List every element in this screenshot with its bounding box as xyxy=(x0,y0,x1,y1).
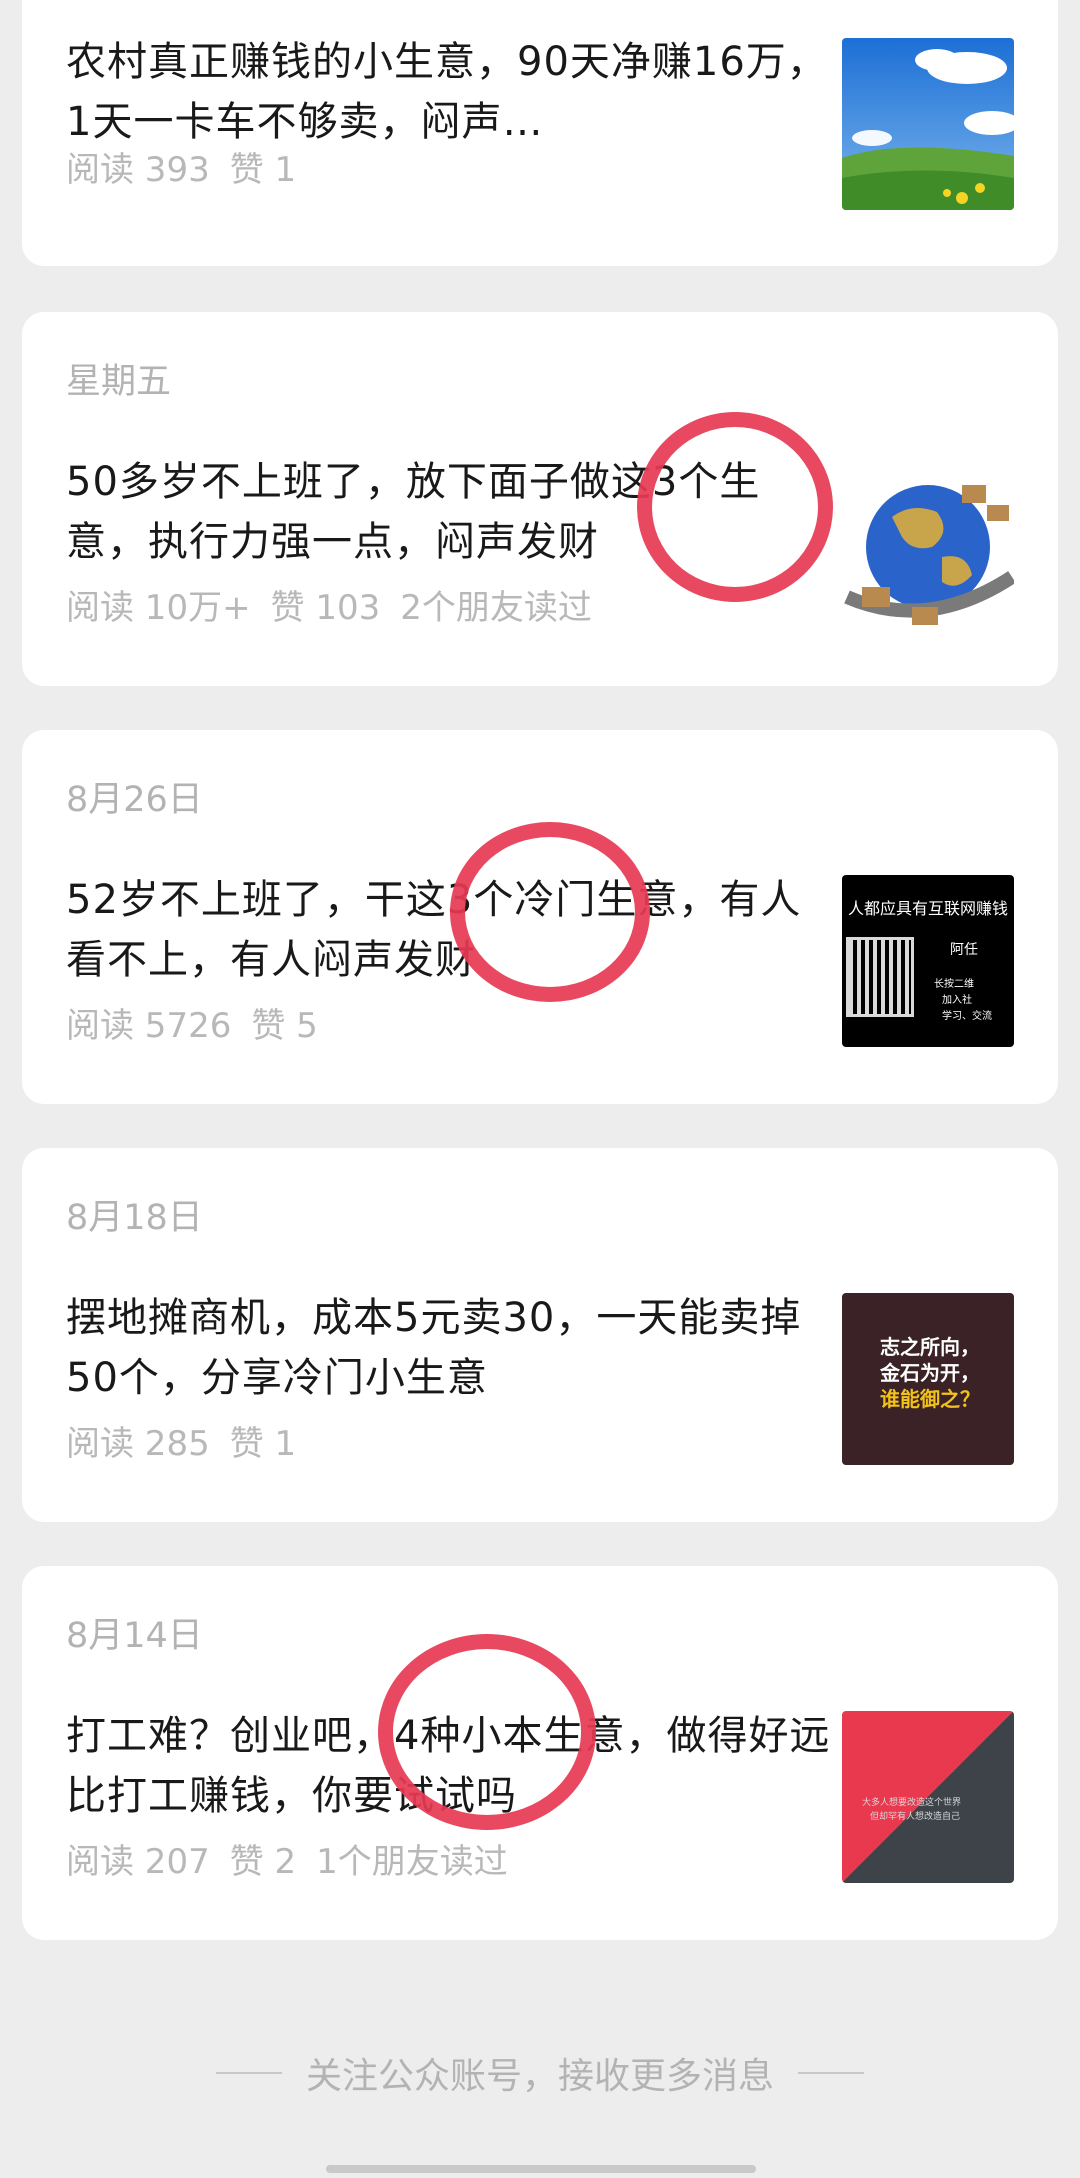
article-card-2[interactable]: 星期五 50多岁不上班了，放下面子做这3个生意，执行力强一点，闷声发财 阅读 1… xyxy=(22,312,1058,686)
like-count: 赞 1 xyxy=(229,150,297,190)
article-meta: 阅读 10万+ 赞 103 2个朋友读过 xyxy=(66,588,592,628)
friends-read: 2个朋友读过 xyxy=(400,588,592,628)
article-date: 8月26日 xyxy=(66,780,203,820)
thumb-name: 阿任 xyxy=(950,942,978,958)
article-title: 打工难？创业吧，4种小本生意，做得好远比打工赚钱，你要试试吗 xyxy=(66,1713,831,1819)
article-title: 50多岁不上班了，放下面子做这3个生意，执行力强一点，闷声发财 xyxy=(66,459,761,565)
divider-right xyxy=(798,2072,864,2074)
article-date: 8月18日 xyxy=(66,1198,203,1238)
article-thumbnail-qr: 人都应具有互联网赚钱 阿任 长按二维 加入社 学习、交流 xyxy=(842,875,1014,1047)
article-title: 农村真正赚钱的小生意，90天净赚16万，1天一卡车不够卖，闷声… xyxy=(66,39,828,145)
like-count: 赞 103 xyxy=(270,588,381,628)
article-card-5[interactable]: 8月14日 打工难？创业吧，4种小本生意，做得好远比打工赚钱，你要试试吗 阅读 … xyxy=(22,1566,1058,1940)
thumb-small-1: 长按二维 xyxy=(934,979,974,990)
article-meta: 阅读 393 赞 1 xyxy=(66,150,296,190)
thumb-small-3: 学习、交流 xyxy=(942,1011,992,1022)
article-date: 8月14日 xyxy=(66,1616,203,1656)
like-count: 赞 1 xyxy=(229,1424,297,1464)
article-thumbnail-landscape xyxy=(842,38,1014,210)
article-thumbnail-diagonal: 大多人想要改造这个世界 但却罕有人想改造自己 xyxy=(842,1711,1014,1883)
article-date: 星期五 xyxy=(66,362,172,402)
thumb-heading: 人都应具有互联网赚钱 xyxy=(847,899,1008,918)
quote-line-1: 志之所向， xyxy=(880,1335,980,1359)
follow-hint-text: 关注公众账号，接收更多消息 xyxy=(305,2056,774,2097)
read-count: 阅读 207 xyxy=(66,1842,210,1882)
read-count: 阅读 5726 xyxy=(66,1006,232,1046)
article-meta: 阅读 5726 赞 5 xyxy=(66,1006,318,1046)
article-thumbnail-globe xyxy=(842,457,1014,629)
article-meta: 阅读 285 赞 1 xyxy=(66,1424,296,1464)
article-thumbnail-quote: 志之所向， 金石为开， 谁能御之？ xyxy=(842,1293,1014,1465)
article-meta: 阅读 207 赞 2 1个朋友读过 xyxy=(66,1842,508,1882)
diag-line-1: 大多人想要改造这个世界 xyxy=(862,1798,962,1808)
follow-hint: 关注公众账号，接收更多消息 xyxy=(0,2050,1080,2097)
article-card-4[interactable]: 8月18日 摆地摊商机，成本5元卖30，一天能卖掉50个，分享冷门小生意 阅读 … xyxy=(22,1148,1058,1522)
like-count: 赞 2 xyxy=(229,1842,297,1882)
qr-code-icon xyxy=(846,937,914,1017)
read-count: 阅读 393 xyxy=(66,150,210,190)
article-title: 摆地摊商机，成本5元卖30，一天能卖掉50个，分享冷门小生意 xyxy=(66,1295,802,1401)
article-card-3[interactable]: 8月26日 52岁不上班了，干这3个冷门生意，有人看不上，有人闷声发财 阅读 5… xyxy=(22,730,1058,1104)
article-card-1[interactable]: 农村真正赚钱的小生意，90天净赚16万，1天一卡车不够卖，闷声… 阅读 393 … xyxy=(22,0,1058,266)
home-indicator[interactable] xyxy=(326,2165,756,2173)
diag-line-2: 但却罕有人想改造自己 xyxy=(870,1812,961,1822)
article-title: 52岁不上班了，干这3个冷门生意，有人看不上，有人闷声发财 xyxy=(66,877,802,983)
like-count: 赞 5 xyxy=(251,1006,318,1046)
read-count: 阅读 10万+ xyxy=(66,588,251,628)
read-count: 阅读 285 xyxy=(66,1424,210,1464)
quote-line-2: 金石为开， xyxy=(880,1361,980,1385)
quote-line-3: 谁能御之？ xyxy=(880,1387,980,1411)
thumb-small-2: 加入社 xyxy=(942,995,972,1006)
divider-left xyxy=(215,2072,282,2074)
friends-read: 1个朋友读过 xyxy=(316,1842,508,1882)
